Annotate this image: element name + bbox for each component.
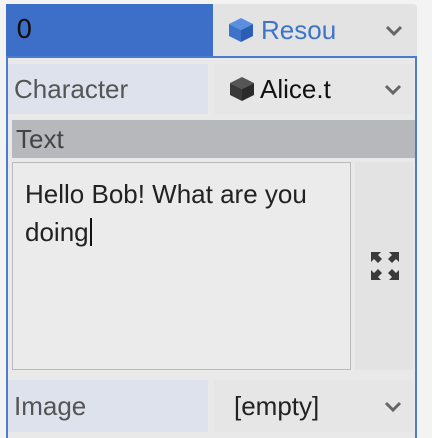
resource-type-dropdown[interactable]: Resou (213, 4, 417, 56)
chevron-down-icon (384, 401, 402, 413)
image-value: [empty] (234, 391, 320, 421)
image-label: Image (8, 380, 208, 432)
text-input-area[interactable]: Hello Bob! What are you doing (12, 162, 351, 370)
chevron-down-icon (384, 84, 402, 96)
array-index-field[interactable]: 0 (6, 4, 213, 56)
chevron-down-icon (385, 25, 403, 37)
character-value: Alice.t (260, 74, 331, 104)
text-value: Hello Bob! What are you doing (25, 179, 315, 247)
expand-button[interactable] (355, 162, 413, 370)
expand-icon (371, 252, 399, 280)
inspector-root: 0 Resou Character Alice.t Text Hello Bob… (0, 0, 432, 438)
cube-icon (230, 77, 254, 101)
character-label: Character (8, 64, 208, 114)
cube-icon (229, 18, 253, 42)
image-dropdown[interactable]: [empty] (214, 380, 413, 432)
resource-type-label: Resou (261, 15, 337, 45)
text-caret (89, 218, 92, 246)
character-dropdown[interactable]: Alice.t (214, 64, 413, 114)
resource-properties-panel: Character Alice.t Text Hello Bob! What a… (6, 56, 417, 438)
text-property-header: Text (12, 120, 415, 158)
